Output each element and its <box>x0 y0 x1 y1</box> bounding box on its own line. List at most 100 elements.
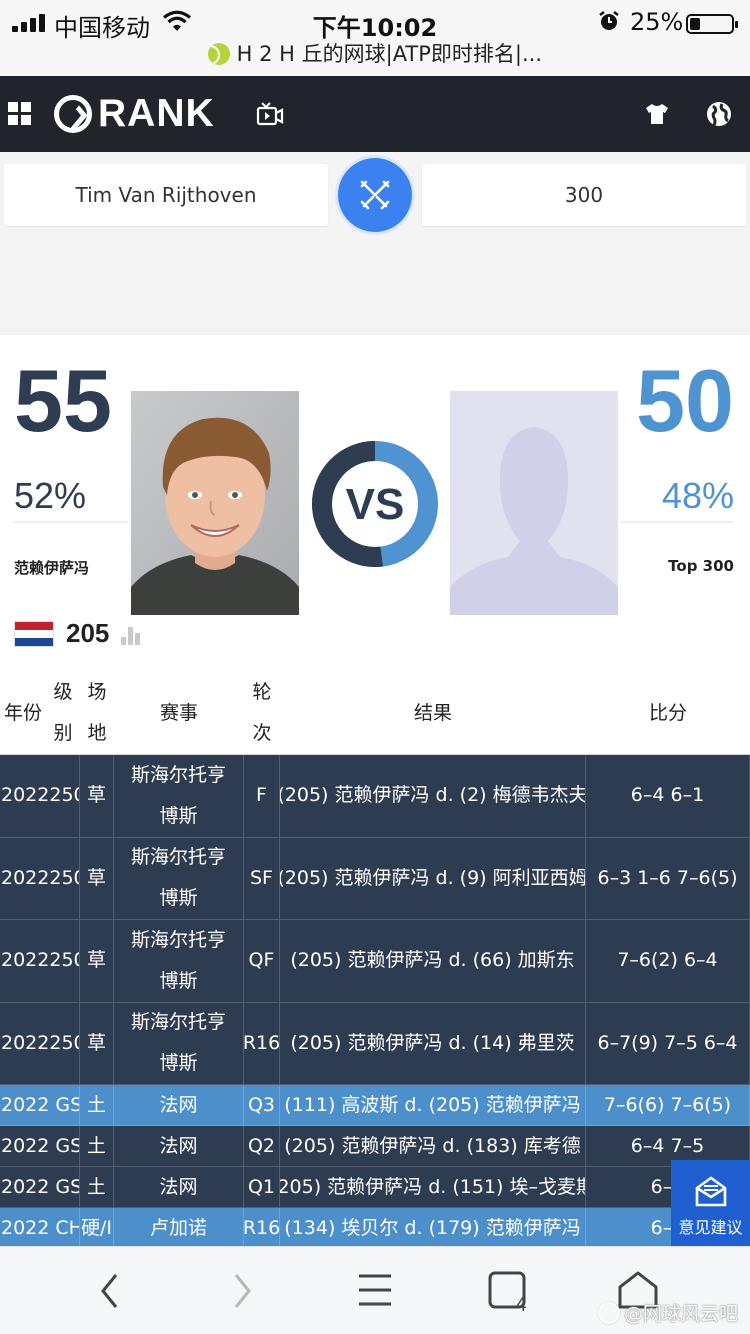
page-title: H 2 H 丘的网球|ATP即时排名|... <box>0 38 750 68</box>
table-row[interactable]: 2022250 草斯海尔托亨博斯 F (205) 范赖伊萨冯 d. (2) 梅德韦杰夫… <box>0 755 750 838</box>
player2-photo-placeholder[interactable] <box>450 391 618 615</box>
cell-round: R16 <box>244 1208 280 1249</box>
browser-toolbar: 4 @网球风云吧 <box>0 1246 750 1334</box>
status-bar: 中国移动 下午10:02 25% H 2 H 丘的网球|ATP即时排名|... <box>0 0 750 76</box>
cell-tournament: 法网 <box>114 1085 244 1126</box>
table-row[interactable]: 2022250 草斯海尔托亨博斯 QF (205) 范赖伊萨冯 d. (66) 加斯东… <box>0 920 750 1003</box>
cell-result: (111) 高波斯 d. (205) 范赖伊萨冯 <box>280 1085 586 1126</box>
grid-menu-icon[interactable] <box>8 102 32 126</box>
crossed-rackets-icon <box>360 180 390 210</box>
cell-surface: 草 <box>80 755 114 838</box>
cell-surface: 草 <box>80 1002 114 1085</box>
cell-result: (205) 范赖伊萨冯 d. (2) 梅德韦杰夫 <box>280 755 586 838</box>
logo-text: RANK <box>98 92 215 135</box>
cell-round: Q2 <box>244 1126 280 1167</box>
col-score[interactable]: 比分 <box>586 671 750 755</box>
cell-year: 2022 GS <box>0 1126 80 1167</box>
table-row[interactable]: 2022 GS 土法网 Q2 (205) 范赖伊萨冯 d. (183) 库考德 6–4 … <box>0 1126 750 1167</box>
logo-mark <box>54 95 92 133</box>
menu-icon[interactable] <box>356 1273 394 1307</box>
table-row[interactable]: 2022250 草斯海尔托亨博斯 SF (205) 范赖伊萨冯 d. (9) 阿利亚西… <box>0 837 750 920</box>
cell-year: 2022250 <box>0 755 80 838</box>
col-round[interactable]: 轮 次 <box>244 671 280 755</box>
table-header: 年份 级 别 场 地 赛事 轮 次 结果 比分 <box>0 671 750 755</box>
col-surface[interactable]: 场 地 <box>80 671 114 755</box>
cell-surface: 土 <box>80 1167 114 1208</box>
battery-percent: 25% <box>630 8 684 36</box>
cell-year: 2022250 <box>0 920 80 1003</box>
cell-tournament: 斯海尔托亨博斯 <box>114 837 244 920</box>
cell-surface: 草 <box>80 920 114 1003</box>
cell-year: 2022 GS <box>0 1085 80 1126</box>
alarm-icon <box>599 11 619 30</box>
cell-year: 2022 GS <box>0 1167 80 1208</box>
divider <box>14 521 128 523</box>
weibo-logo-icon <box>597 1302 620 1324</box>
cell-year: 2022250 <box>0 1002 80 1085</box>
cell-tournament: 法网 <box>114 1126 244 1167</box>
cell-tournament: 斯海尔托亨博斯 <box>114 1002 244 1085</box>
watermark-text: @网球风云吧 <box>623 1303 738 1325</box>
cell-score: 6–3 1–6 7–6(5) <box>586 837 750 920</box>
cell-round: R16 <box>244 1002 280 1085</box>
app-header: RANK <box>0 76 750 152</box>
cell-tournament: 斯海尔托亨博斯 <box>114 755 244 838</box>
player2-name: Top 300 <box>668 557 734 575</box>
shirt-icon[interactable] <box>644 101 670 127</box>
watermark: @网球风云吧 <box>597 1299 738 1326</box>
tabs-icon[interactable]: 4 <box>486 1271 530 1313</box>
player1-name: 范赖伊萨冯 <box>14 559 90 577</box>
col-level[interactable]: 级 别 <box>46 671 80 755</box>
player2-input[interactable]: 300 <box>422 164 746 226</box>
vs-label: VS <box>346 480 405 529</box>
player1-photo[interactable] <box>131 391 299 615</box>
cell-result: (205) 范赖伊萨冯 d. (14) 弗里茨 <box>280 1002 586 1085</box>
cell-score: 7–6(6) 7–6(5) <box>586 1085 750 1126</box>
feedback-button[interactable]: 意见建议 <box>671 1160 750 1246</box>
table-row[interactable]: 2022 CH 硬/I 卢加诺 R16 (134) 埃贝尔 d. (179) 范赖伊萨冯… <box>0 1208 750 1249</box>
h2h-summary: 55 50 52% 48% 范赖伊萨冯 Top 300 VS 205 <box>0 335 750 671</box>
table-row[interactable]: 2022 GS 土法网 Q1 (205) 范赖伊萨冯 d. (151) 埃–戈麦斯 6–… <box>0 1167 750 1208</box>
cell-result: (205) 范赖伊萨冯 d. (183) 库考德 <box>280 1126 586 1167</box>
cell-result: (205) 范赖伊萨冯 d. (66) 加斯东 <box>280 920 586 1003</box>
cell-surface: 草 <box>80 837 114 920</box>
tabs-count: 4 <box>515 1294 526 1313</box>
player1-input[interactable]: Tim Van Rijthoven <box>4 164 328 226</box>
table-row[interactable]: 2022250 草斯海尔托亨博斯 R16 (205) 范赖伊萨冯 d. (14) 弗里… <box>0 1002 750 1085</box>
col-result[interactable]: 结果 <box>280 671 586 755</box>
cell-tournament: 法网 <box>114 1167 244 1208</box>
table-row[interactable]: 2022 GS 土法网 Q3 (111) 高波斯 d. (205) 范赖伊萨冯 7–6(… <box>0 1085 750 1126</box>
player1-wins: 55 <box>14 351 112 450</box>
player2-percent: 48% <box>661 475 734 516</box>
player1-percent: 52% <box>14 475 87 516</box>
cell-round: Q1 <box>244 1167 280 1208</box>
cell-surface: 土 <box>80 1085 114 1126</box>
feedback-label: 意见建议 <box>678 1218 743 1237</box>
envelope-icon <box>695 1176 727 1207</box>
cell-score: 6–7(9) 7–5 6–4 <box>586 1002 750 1085</box>
cell-round: QF <box>244 920 280 1003</box>
globe-icon[interactable] <box>705 100 733 128</box>
cell-result: (134) 埃贝尔 d. (179) 范赖伊萨冯 <box>280 1208 586 1249</box>
netherlands-flag-icon <box>14 621 54 647</box>
page-title-text: H 2 H 丘的网球|ATP即时排名|... <box>236 42 543 66</box>
h2h-search-area: Tim Van Rijthoven 300 <box>0 152 750 332</box>
col-year[interactable]: 年份 <box>0 671 46 755</box>
ranking-chart-icon[interactable] <box>121 627 143 645</box>
compare-button[interactable] <box>338 158 412 232</box>
divider <box>620 521 734 523</box>
cell-round: Q3 <box>244 1085 280 1126</box>
battery-icon <box>686 14 738 34</box>
cell-surface: 土 <box>80 1126 114 1167</box>
cell-round: SF <box>244 837 280 920</box>
cell-score: 6–4 6–1 <box>586 755 750 838</box>
back-icon[interactable] <box>98 1271 122 1311</box>
player2-wins: 50 <box>636 351 734 450</box>
cell-tournament: 斯海尔托亨博斯 <box>114 920 244 1003</box>
tennis-ball-icon <box>207 43 230 65</box>
col-tournament[interactable]: 赛事 <box>114 671 244 755</box>
video-icon[interactable] <box>256 100 284 128</box>
forward-icon[interactable] <box>230 1271 254 1311</box>
cell-year: 2022250 <box>0 837 80 920</box>
cell-surface: 硬/I <box>80 1208 114 1249</box>
